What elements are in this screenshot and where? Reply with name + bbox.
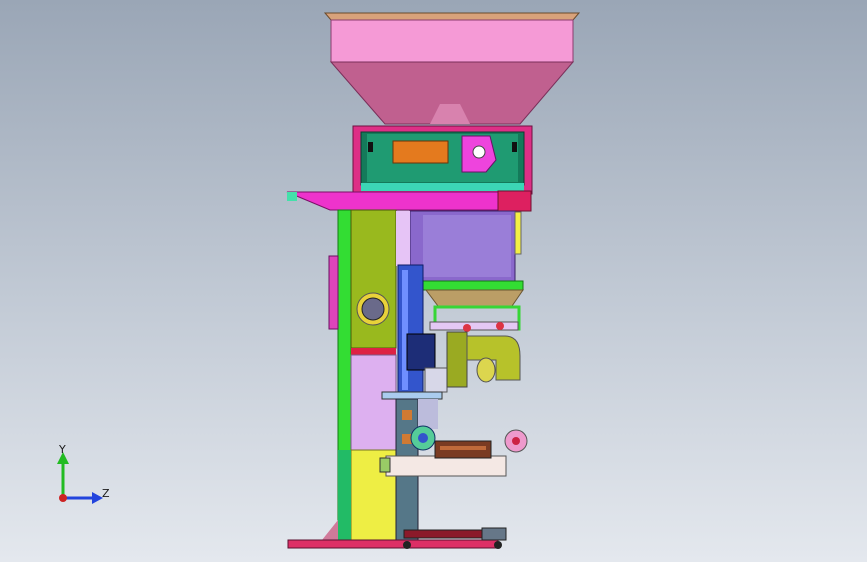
post-grey	[418, 399, 438, 429]
weigh-gear	[472, 145, 486, 159]
blue-rail-light	[402, 270, 408, 390]
drum-small-cap	[379, 457, 391, 473]
grey-block	[424, 367, 448, 393]
column-pink-side	[328, 255, 339, 330]
post-orange-1	[402, 410, 412, 420]
purple-panel-yellow	[514, 211, 522, 255]
cad-viewport[interactable]: Y Z	[0, 0, 867, 562]
top-arm	[286, 191, 501, 211]
base-brace	[322, 520, 338, 540]
weigh-latch-left	[368, 142, 373, 152]
olive-housing	[446, 331, 468, 388]
base-plate	[287, 539, 499, 549]
coordinate-triad	[57, 452, 103, 504]
post-orange-2	[402, 434, 412, 444]
hopper-upper	[330, 19, 574, 63]
top-arm-cap	[287, 192, 297, 201]
z-axis-label: Z	[102, 487, 110, 500]
clamp-bolt-2	[496, 322, 504, 330]
purple-panel-green-bar	[422, 280, 524, 291]
weigh-orange-unit	[392, 140, 449, 164]
gear-right-hub	[512, 437, 520, 445]
base-right-foot	[481, 527, 507, 541]
y-axis-label: Y	[59, 443, 66, 456]
shelf	[381, 391, 443, 400]
column-lilac-lower	[350, 354, 397, 451]
caster-1	[403, 541, 411, 549]
x-axis-dot	[59, 494, 67, 502]
purple-panel-inner	[423, 215, 511, 277]
weigh-box-bottom	[361, 183, 524, 191]
dark-motor	[406, 333, 436, 371]
blue-rail	[397, 264, 424, 396]
gear-left-hub	[418, 433, 428, 443]
discharge-cone	[425, 289, 524, 307]
lilac-mid	[396, 211, 410, 266]
column-teal-strip	[338, 450, 351, 540]
drum-plate	[385, 455, 507, 477]
weigh-latch-right	[512, 142, 517, 152]
machine-model[interactable]	[0, 0, 867, 562]
clamp-bar	[429, 321, 519, 331]
top-arm-end	[497, 190, 532, 212]
clamp-bolt-1	[463, 324, 471, 332]
column-red-band	[351, 348, 396, 355]
column-olive	[350, 209, 397, 349]
elbow-pipe-opening	[476, 357, 496, 383]
caster-2	[494, 541, 502, 549]
sight-glass-inner	[361, 297, 385, 321]
hopper-rim	[323, 12, 581, 21]
drum-stripe	[440, 446, 486, 450]
